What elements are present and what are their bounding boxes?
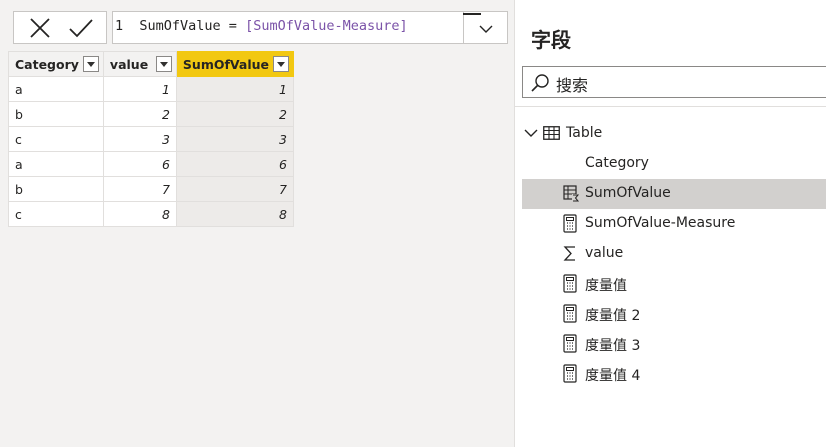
cell-value[interactable]: 3: [102, 126, 177, 152]
checkmark-icon: [69, 19, 93, 38]
column-header-label: SumOfValue: [182, 56, 269, 72]
cell-value[interactable]: 1: [102, 76, 177, 102]
column-header-label: Category: [15, 56, 79, 72]
cell-sumofvalue[interactable]: 7: [175, 176, 295, 202]
data-grid: Category value SumOfValue a 1 1 b 2 2 c …: [8, 51, 295, 227]
calculated-column-icon: [563, 185, 580, 202]
table-row: a 1 1: [8, 76, 295, 102]
expression-prefix: SumOfValue =: [139, 18, 246, 34]
field-label: Category: [585, 155, 649, 171]
table-node[interactable]: Table: [522, 119, 826, 149]
calculator-icon: [563, 274, 577, 293]
table-row: c 8 8: [8, 201, 295, 227]
field-item-measure-3[interactable]: 度量值 3: [522, 329, 826, 359]
cell-value[interactable]: 2: [102, 101, 177, 127]
cell-value[interactable]: 6: [102, 151, 177, 177]
formula-buttons: [13, 11, 107, 44]
field-label: 度量值 4: [585, 368, 641, 384]
table-icon: [543, 126, 560, 140]
chevron-down-icon: [479, 25, 493, 33]
header-row: Category value SumOfValue: [8, 51, 295, 77]
column-header-sumofvalue[interactable]: SumOfValue: [175, 51, 295, 77]
formula-bar: 1 SumOfValue = [SumOfValue-Measure]: [0, 0, 514, 47]
field-label: 度量值 2: [585, 308, 641, 324]
cell-sumofvalue[interactable]: 2: [175, 101, 295, 127]
cell-category[interactable]: b: [8, 176, 104, 202]
formula-input[interactable]: 1 SumOfValue = [SumOfValue-Measure]: [112, 11, 508, 44]
chevron-down-icon[interactable]: [524, 127, 538, 139]
field-item-category[interactable]: Category: [522, 149, 826, 179]
cell-sumofvalue[interactable]: 1: [175, 76, 295, 102]
line-number: 1: [115, 18, 124, 34]
divider: [515, 106, 826, 107]
formula-text: 1 SumOfValue = [SumOfValue-Measure]: [115, 18, 408, 34]
cell-sumofvalue[interactable]: 3: [175, 126, 295, 152]
data-view: 1 SumOfValue = [SumOfValue-Measure] Cate…: [0, 0, 514, 447]
table-row: b 7 7: [8, 176, 295, 202]
cancel-button[interactable]: [25, 15, 55, 41]
cell-category[interactable]: c: [8, 126, 104, 152]
field-label: 度量值 3: [585, 338, 641, 354]
commit-button[interactable]: [66, 15, 96, 41]
cell-sumofvalue[interactable]: 6: [175, 151, 295, 177]
fields-pane-title: 字段: [531, 28, 571, 52]
column-filter-dropdown-icon[interactable]: [82, 56, 99, 72]
field-label: 度量值: [585, 278, 627, 294]
column-header-category[interactable]: Category: [8, 51, 104, 77]
field-item-sumofvalue-measure[interactable]: SumOfValue-Measure: [522, 209, 826, 239]
measure-reference: [SumOfValue-Measure]: [245, 18, 408, 34]
cell-value[interactable]: 7: [102, 176, 177, 202]
table-name: Table: [566, 125, 603, 141]
field-item-measure-2[interactable]: 度量值 2: [522, 299, 826, 329]
search-icon: [531, 74, 549, 92]
table-row: b 2 2: [8, 101, 295, 127]
sigma-icon: [563, 246, 575, 261]
field-label: value: [585, 245, 624, 261]
search-placeholder: 搜索: [556, 76, 589, 95]
cell-category[interactable]: b: [8, 101, 104, 127]
calculator-icon: [563, 334, 577, 353]
search-input[interactable]: 搜索: [522, 66, 826, 98]
cell-category[interactable]: c: [8, 201, 104, 227]
cell-category[interactable]: a: [8, 76, 104, 102]
field-item-sumofvalue[interactable]: SumOfValue: [522, 179, 826, 209]
table-row: a 6 6: [8, 151, 295, 177]
field-item-measure-4[interactable]: 度量值 4: [522, 359, 826, 389]
cell-sumofvalue[interactable]: 8: [175, 201, 295, 227]
column-filter-dropdown-icon[interactable]: [273, 56, 289, 72]
fields-pane: 字段 搜索 Table Category SumOfValue SumOfVal…: [514, 0, 826, 447]
expand-formula-button[interactable]: [463, 12, 507, 43]
field-label: SumOfValue-Measure: [585, 215, 736, 231]
calculator-icon: [563, 214, 577, 233]
field-item-value[interactable]: value: [522, 239, 826, 269]
column-header-label: value: [109, 56, 149, 72]
calculator-icon: [563, 304, 577, 323]
cell-category[interactable]: a: [8, 151, 104, 177]
field-item-measure[interactable]: 度量值: [522, 269, 826, 299]
column-filter-dropdown-icon[interactable]: [155, 56, 172, 72]
table-row: c 3 3: [8, 126, 295, 152]
calculator-icon: [563, 364, 577, 383]
cell-value[interactable]: 8: [102, 201, 177, 227]
column-header-value[interactable]: value: [102, 51, 177, 77]
field-label: SumOfValue: [585, 185, 671, 201]
close-icon: [30, 18, 50, 38]
